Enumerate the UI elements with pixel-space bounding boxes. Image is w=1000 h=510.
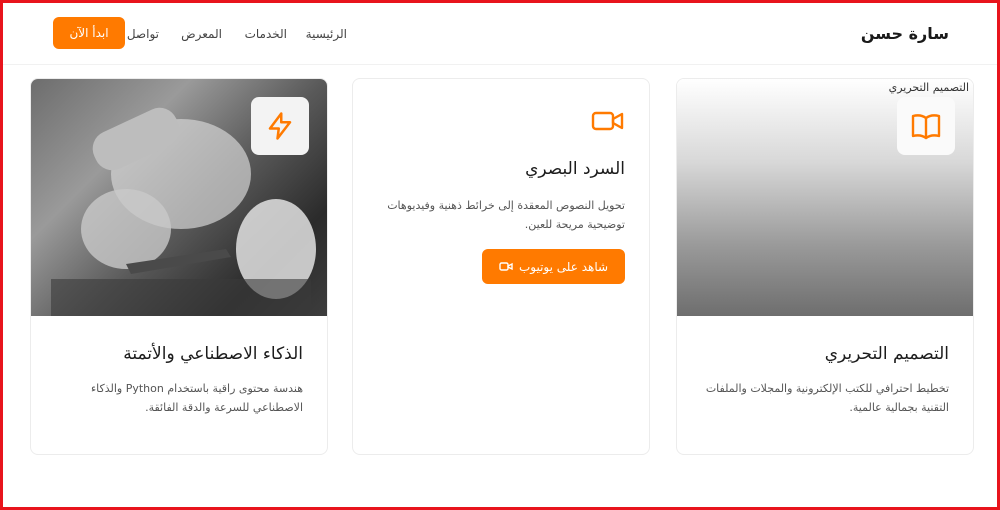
nav-contact[interactable]: تواصل	[127, 27, 159, 41]
image-alt-text: التصميم التحريري	[888, 81, 969, 94]
video-camera-icon	[591, 111, 624, 131]
start-now-button[interactable]: ابدأ الآن	[53, 17, 125, 49]
card-title: السرد البصري	[525, 159, 625, 179]
lightning-icon	[268, 112, 292, 140]
book-icon	[911, 114, 941, 140]
watch-youtube-button[interactable]: شاهد على يوتيوب	[482, 249, 625, 284]
service-card-ai: الذكاء الاصطناعي والأتمتة هندسة محتوى را…	[30, 78, 328, 455]
watch-youtube-label: شاهد على يوتيوب	[518, 259, 609, 274]
card-title: الذكاء الاصطناعي والأتمتة	[123, 344, 303, 364]
robot-arm-image	[31, 79, 327, 316]
card-description: هندسة محتوى راقية باستخدام Python والذكا…	[90, 382, 303, 414]
service-card-editorial: التصميم التحريري التصميم التحريري تخطيط …	[676, 78, 974, 455]
service-card-visual: السرد البصري تحويل النصوص المعقدة إلى خر…	[352, 78, 650, 455]
card-description: تحويل النصوص المعقدة إلى خرائط ذهنية وفي…	[387, 199, 625, 231]
site-header: سارة حسن الرئيسية الخدمات المعرض تواصل ا…	[3, 3, 997, 65]
card-title: التصميم التحريري	[824, 344, 949, 364]
nav-home[interactable]: الرئيسية	[306, 27, 347, 41]
main-nav: الرئيسية الخدمات المعرض تواصل	[3, 27, 997, 47]
ai-icon-box	[251, 97, 309, 155]
nav-gallery[interactable]: المعرض	[181, 27, 222, 41]
video-icon	[499, 262, 513, 271]
card-description: تخطيط احترافي للكتب الإلكترونية والمجلات…	[705, 382, 949, 414]
nav-services[interactable]: الخدمات	[245, 27, 287, 41]
editorial-icon-box	[897, 97, 955, 155]
editorial-image: التصميم التحريري	[677, 79, 973, 316]
